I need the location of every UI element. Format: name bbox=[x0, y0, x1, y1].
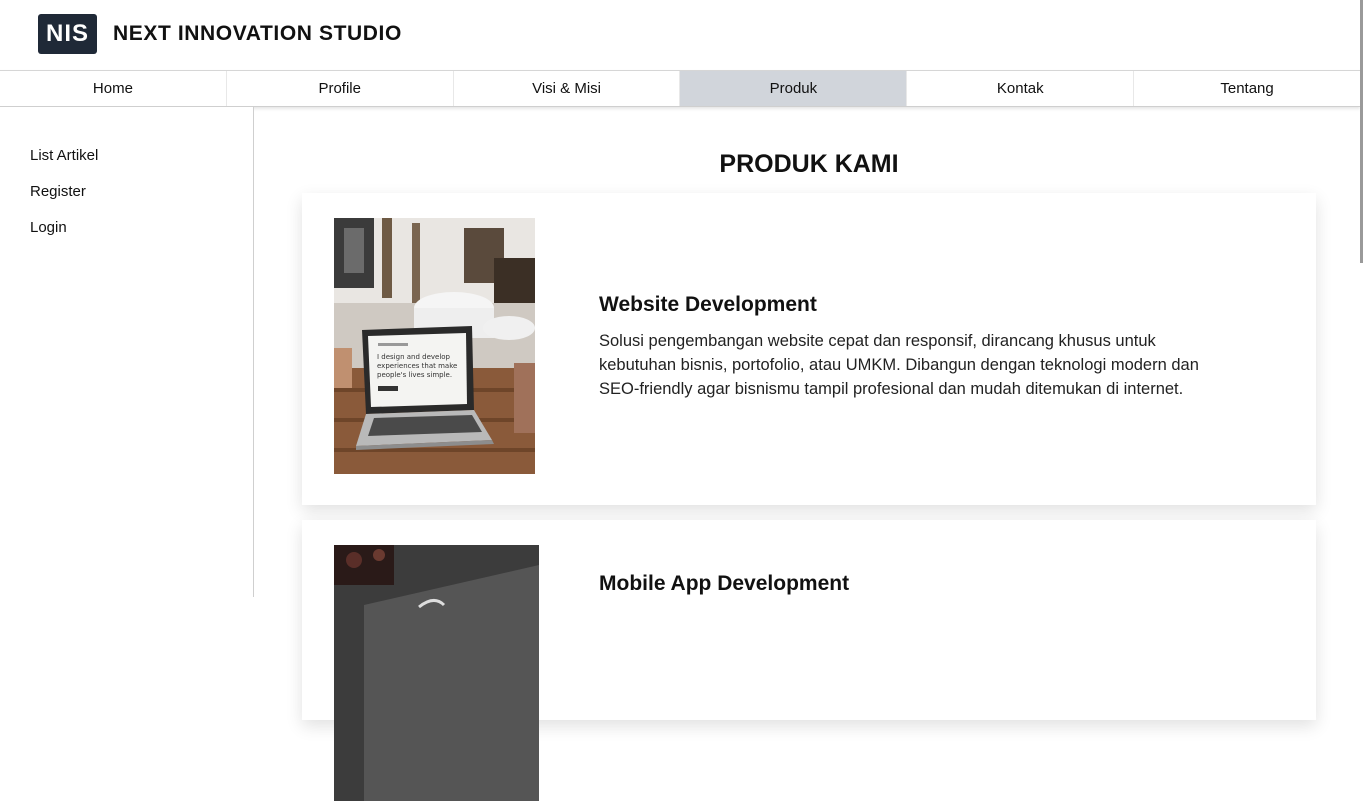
svg-text:I design and develop: I design and develop bbox=[377, 353, 451, 361]
phone-photo-icon bbox=[334, 545, 539, 801]
product-title: Website Development bbox=[599, 293, 817, 316]
sidebar-item-register[interactable]: Register bbox=[30, 183, 86, 200]
sidebar: List Artikel Register Login bbox=[0, 107, 254, 597]
sidebar-item-login[interactable]: Login bbox=[30, 219, 67, 236]
brand-name[interactable]: NEXT INNOVATION STUDIO bbox=[113, 22, 402, 46]
nav-tentang[interactable]: Tentang bbox=[1134, 71, 1360, 106]
nav-home[interactable]: Home bbox=[0, 71, 227, 106]
nav-profile[interactable]: Profile bbox=[227, 71, 454, 106]
product-card: Mobile App Development bbox=[302, 520, 1316, 801]
main-content: PRODUK KAMI I design and develop experie… bbox=[254, 107, 1360, 801]
nav-visi-misi[interactable]: Visi & Misi bbox=[454, 71, 681, 106]
site-header: NIS NEXT INNOVATION STUDIO bbox=[0, 0, 1360, 70]
nav-produk[interactable]: Produk bbox=[680, 71, 908, 106]
nav-kontak[interactable]: Kontak bbox=[907, 71, 1135, 106]
laptop-photo-icon: I design and develop experiences that ma… bbox=[334, 218, 535, 474]
product-card: I design and develop experiences that ma… bbox=[302, 193, 1316, 505]
sidebar-item-list-artikel[interactable]: List Artikel bbox=[30, 147, 98, 164]
product-title: Mobile App Development bbox=[599, 572, 850, 595]
product-description: Solusi pengembangan website cepat dan re… bbox=[599, 332, 1199, 398]
svg-text:people's lives simple.: people's lives simple. bbox=[377, 371, 452, 379]
svg-text:experiences that make: experiences that make bbox=[377, 362, 457, 370]
page-title: PRODUK KAMI bbox=[719, 150, 899, 178]
logo[interactable]: NIS bbox=[38, 14, 97, 54]
main-nav: Home Profile Visi & Misi Produk Kontak T… bbox=[0, 70, 1360, 107]
